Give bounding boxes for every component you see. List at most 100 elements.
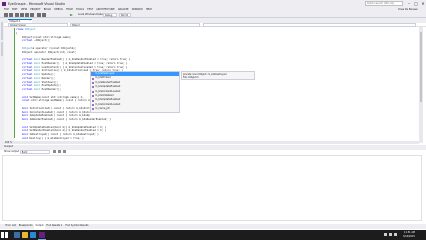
field-icon: [92, 99, 94, 102]
tab-find-results[interactable]: Find Results 1: [45, 224, 64, 229]
save-all-icon[interactable]: [30, 13, 34, 17]
redo-icon[interactable]: [42, 13, 46, 17]
code-text: std::string& GetName() const { return m_: [31, 99, 92, 103]
intellisense-list[interactable]: m_bIsDestroyed m_bIsPrinted m_bIsRenderEna…: [90, 71, 180, 113]
code-text: & operator =(const IObject&);: [32, 46, 77, 50]
windows-taskbar: [0, 230, 426, 240]
code-text: ~IObject();: [34, 39, 51, 43]
code-keyword: virtual: [16, 76, 35, 80]
find-message-icon[interactable]: [53, 150, 57, 154]
code-text: SetRenderEnabled(bool b){ m_bIsRenderEna…: [29, 129, 107, 133]
code-keyword: bool: [16, 106, 30, 110]
tab-find-symbol-results[interactable]: Find Symbol Results: [64, 224, 90, 229]
field-icon: [92, 73, 94, 76]
editor-horizontal-scrollbar[interactable]: [4, 141, 419, 144]
code-line[interactable]: class IObject: [16, 28, 36, 32]
code-text: Update();: [40, 73, 56, 76]
intellisense-item-label: m_name_str: [95, 112, 110, 113]
intellisense-item-label: m_bIsContentLoaded: [95, 102, 121, 106]
back-icon[interactable]: [4, 13, 8, 17]
platform-dropdown[interactable]: Win32: [119, 13, 131, 17]
intellisense-item-label: m_bIsRenderEnabled: [95, 80, 121, 84]
code-keyword: void: [16, 129, 30, 133]
code-text: IsDestroyed() const { return m_bIsDestro…: [29, 133, 99, 136]
code-text: RenderEnabled() { m_bIsRenderEnabled = t…: [40, 58, 131, 61]
code-keyword: bool: [16, 118, 30, 121]
server-explorer-tab[interactable]: [0, 22, 4, 40]
member-dropdown[interactable]: [203, 23, 416, 27]
code-type: IObject: [22, 46, 33, 50]
minimize-button[interactable]: –: [406, 1, 412, 7]
code-line[interactable]: virtual bool PostRender();: [16, 88, 61, 92]
code-text: PostRender() { m_bIsUpdateEnabled = true…: [40, 61, 128, 65]
code-text: PostUpdate();: [40, 84, 62, 88]
code-text: IsInitialized() const { return m_bIsInit: [29, 106, 90, 110]
code-keyword: class: [16, 28, 26, 31]
intellisense-item-label: m_bIsDestroyed: [95, 72, 115, 75]
undo-icon[interactable]: [37, 13, 41, 17]
close-tab-icon[interactable]: ✕: [29, 19, 31, 22]
network-icon[interactable]: [384, 233, 387, 236]
editor-scroll-thumb[interactable]: [419, 32, 423, 102]
ie-icon[interactable]: [14, 232, 20, 238]
intellisense-item-label: m_bIsUpdateEnabled: [95, 98, 121, 102]
tab-output[interactable]: Output: [34, 224, 46, 229]
scope-dropdown[interactable]: (Global Scope): [8, 23, 68, 27]
bottom-tab-row: Error List Breakpoints Output Find Resul…: [0, 224, 426, 229]
visual-studio-logo-icon: [2, 1, 6, 6]
code-line[interactable]: IObject operator IObject(int) const;: [16, 51, 76, 55]
file-explorer-icon[interactable]: [22, 232, 28, 238]
clock-date[interactable]: 3/12/2015: [403, 235, 415, 238]
close-button[interactable]: ✕: [420, 1, 426, 7]
code-keyword: const: [16, 99, 32, 103]
new-project-icon[interactable]: [15, 13, 19, 17]
output-source-dropdown[interactable]: Build: [20, 150, 50, 154]
code-line[interactable]: const std::string& GetName() const { ret…: [16, 99, 91, 103]
code-keyword: virtual: [16, 39, 35, 43]
type-dropdown[interactable]: IObject: [70, 23, 200, 27]
play-icon[interactable]: [70, 13, 73, 16]
code-text: Render();: [40, 76, 56, 80]
field-icon: [92, 77, 94, 80]
quick-launch-input[interactable]: Quick Launch (Ctrl+Q): [365, 1, 403, 6]
save-icon[interactable]: [25, 13, 29, 17]
code-line[interactable]: bool IsRenderEnabled() const { return m_…: [16, 118, 111, 122]
store-icon[interactable]: [30, 232, 36, 238]
code-keyword: virtual: [16, 73, 35, 76]
code-keyword: bool: [16, 133, 30, 136]
tab-breakpoints[interactable]: Breakpoints: [17, 224, 34, 229]
maximize-button[interactable]: □: [413, 1, 419, 7]
code-line[interactable]: virtual ~IObject();: [16, 39, 51, 43]
intellisense-item-label: m_bIsUpdateEnabled: [95, 85, 121, 89]
clock-time[interactable]: 11:51 AM: [404, 231, 415, 234]
tab-error-list[interactable]: Error List: [4, 224, 17, 229]
code-text: Destroy() { m_bIsDestroyed = true; }: [29, 136, 84, 140]
field-icon: [92, 90, 94, 93]
configuration-dropdown[interactable]: Debug: [103, 13, 117, 17]
intellisense-item-label: m_name_ptr: [95, 107, 110, 111]
code-keyword: virtual: [16, 61, 35, 65]
code-text: PostRender();: [40, 88, 62, 91]
open-file-icon[interactable]: [20, 13, 24, 17]
toolbox-tab[interactable]: [0, 42, 4, 56]
change-tracking-bar: [14, 28, 15, 138]
intellisense-item-label: m_bIsInitialized: [95, 93, 114, 97]
code-keyword: void: [16, 136, 30, 140]
intellisense-item[interactable]: m_name_str: [91, 112, 179, 113]
output-text-area[interactable]: [2, 154, 422, 221]
tooltip-file: File: IObject.h: [183, 76, 199, 80]
field-icon: [92, 86, 94, 89]
code-text: IsRenderEnabled() const { return m_bIsRe…: [29, 118, 111, 121]
code-text: {: [16, 31, 18, 35]
keyboard-icon[interactable]: [394, 233, 397, 236]
forward-icon[interactable]: [9, 13, 13, 17]
start-button[interactable]: [1, 231, 8, 239]
code-keyword: virtual: [16, 69, 35, 73]
word-wrap-icon[interactable]: [63, 150, 67, 154]
code-type: IObject: [25, 28, 36, 31]
volume-icon[interactable]: [389, 233, 392, 236]
clear-all-icon[interactable]: [58, 150, 62, 154]
code-text: IObject operator IObject(int) const;: [22, 50, 77, 54]
zoom-level[interactable]: 100 %: [5, 141, 12, 144]
visual-studio-taskbar-icon[interactable]: [39, 232, 45, 238]
